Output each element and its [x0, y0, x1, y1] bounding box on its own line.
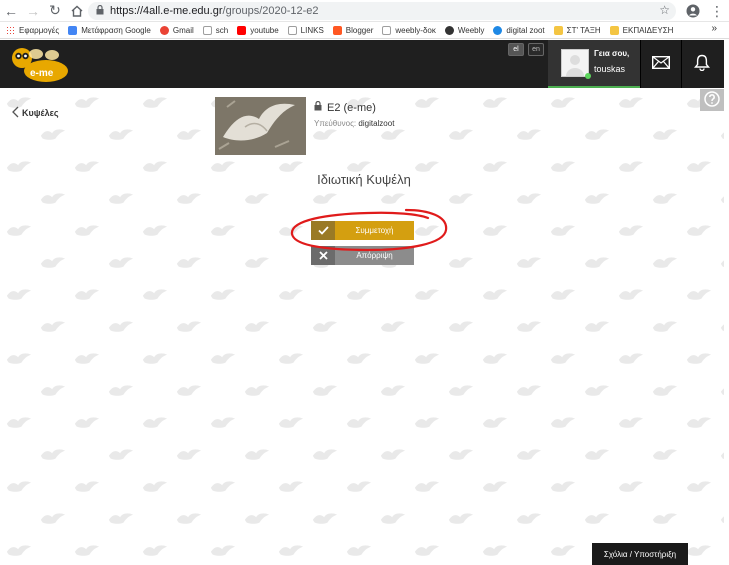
check-icon [311, 221, 335, 240]
hive-cover-image [215, 97, 306, 155]
bookmark-folder-st-taxi[interactable]: ΣΤ' ΤΑΞΗ [553, 25, 601, 35]
bookmark-links[interactable]: LINKS [287, 25, 324, 35]
online-status-dot [585, 73, 591, 79]
browser-toolbar: ← → ↻ https://4all.e-me.edu.gr/groups/20… [0, 0, 729, 22]
close-icon [311, 246, 335, 265]
bookmark-weebly[interactable]: Weebly [444, 25, 485, 35]
bookmarks-bar: Εφαρμογές Μετάφραση Google Gmail sch you… [0, 22, 729, 39]
lang-el-button[interactable]: el [508, 43, 524, 56]
bookmark-label: youtube [250, 25, 279, 35]
back-to-hives-link[interactable]: Κυψέλες [12, 106, 59, 120]
weebly-icon [493, 25, 503, 35]
decline-button-label: Απόρριψη [356, 251, 393, 260]
bookmark-apps[interactable]: Εφαρμογές [6, 25, 60, 35]
hive-owner: Υπεύθυνος: digitalzoot [314, 119, 394, 128]
bookmark-label: LINKS [300, 25, 324, 35]
owner-name[interactable]: digitalzoot [358, 119, 394, 128]
back-link-label: Κυψέλες [22, 108, 59, 118]
bookmark-label: Gmail [172, 25, 194, 35]
background-pattern [0, 88, 724, 565]
username: touskas [594, 64, 626, 74]
site-header: e-me el en Γεια σου, touskas [0, 40, 724, 88]
lang-en-button[interactable]: en [528, 43, 544, 56]
lock-icon [96, 4, 110, 18]
profile-icon[interactable] [681, 0, 705, 22]
browser-menu-icon[interactable]: ⋮ [705, 0, 729, 22]
blogger-icon [332, 25, 342, 35]
translate-icon [68, 25, 78, 35]
messages-button[interactable] [641, 40, 681, 88]
bookmark-label: weebly-δοκ [395, 25, 436, 35]
avatar [561, 49, 589, 77]
url-host: https://4all.e-me.edu.gr [110, 5, 223, 17]
bookmark-sch[interactable]: sch [202, 25, 229, 35]
url-path: /groups/2020-12-e2 [222, 5, 319, 17]
forward-arrow-icon[interactable]: → [22, 0, 44, 22]
bookmark-label: ΕΚΠΑΙΔΕΥΣΗ [622, 25, 674, 35]
folder-icon [609, 25, 619, 35]
home-icon[interactable] [66, 0, 88, 22]
page-title: Ιδιωτική Κυψέλη [317, 172, 411, 187]
bell-icon [693, 54, 711, 74]
e-me-logo[interactable]: e-me [8, 44, 70, 84]
join-button-label: Συμμετοχή [355, 226, 394, 235]
help-button[interactable] [700, 89, 724, 111]
decline-button[interactable]: Απόρριψη [311, 246, 414, 265]
greeting: Γεια σου, [594, 49, 630, 58]
reload-icon[interactable]: ↻ [44, 0, 66, 22]
address-bar[interactable]: https://4all.e-me.edu.gr/groups/2020-12-… [88, 2, 676, 20]
page-icon [202, 25, 212, 35]
google-icon [159, 25, 169, 35]
bookmark-label: Blogger [345, 25, 374, 35]
bookmark-label: digital zoot [506, 25, 545, 35]
page-icon [382, 25, 392, 35]
apps-grid-icon [6, 25, 15, 35]
user-menu[interactable]: Γεια σου, touskas [548, 40, 640, 88]
question-circle-icon [704, 90, 720, 110]
owner-label: Υπεύθυνος: [314, 119, 357, 128]
youtube-icon [237, 25, 247, 35]
padlock-icon [314, 100, 322, 114]
weebly-icon [444, 25, 454, 35]
bookmark-digital-zoot[interactable]: digital zoot [493, 25, 545, 35]
feedback-support-button[interactable]: Σχόλια / Υποστήριξη [592, 543, 688, 565]
bookmark-folder-ekpaideysi[interactable]: ΕΚΠΑΙΔΕΥΣΗ [609, 25, 674, 35]
folder-icon [553, 25, 563, 35]
bookmark-weebly-dok[interactable]: weebly-δοκ [382, 25, 436, 35]
bookmark-label: ΣΤ' ΤΑΞΗ [566, 25, 601, 35]
hive-name: E2 (e-me) [327, 101, 376, 114]
bookmark-label: Weebly [457, 25, 485, 35]
bookmark-youtube[interactable]: youtube [237, 25, 279, 35]
envelope-icon [651, 55, 671, 72]
bookmark-label: Εφαρμογές [19, 25, 60, 35]
logo-text: e-me [30, 68, 54, 79]
back-arrow-icon[interactable]: ← [0, 0, 22, 22]
bookmark-label: Μετάφραση Google [81, 25, 151, 35]
bookmark-label: sch [215, 25, 229, 35]
hive-title: E2 (e-me) [314, 100, 376, 114]
bookmark-gmail[interactable]: Gmail [159, 25, 194, 35]
bookmark-star-icon[interactable]: ☆ [659, 3, 670, 17]
chevron-left-icon [12, 106, 19, 120]
bookmark-blogger[interactable]: Blogger [332, 25, 374, 35]
bookmark-translate[interactable]: Μετάφραση Google [68, 25, 151, 35]
notifications-button[interactable] [682, 40, 722, 88]
bookmarks-more-icon[interactable]: » [711, 23, 717, 34]
join-button[interactable]: Συμμετοχή [311, 221, 414, 240]
page-icon [287, 25, 297, 35]
